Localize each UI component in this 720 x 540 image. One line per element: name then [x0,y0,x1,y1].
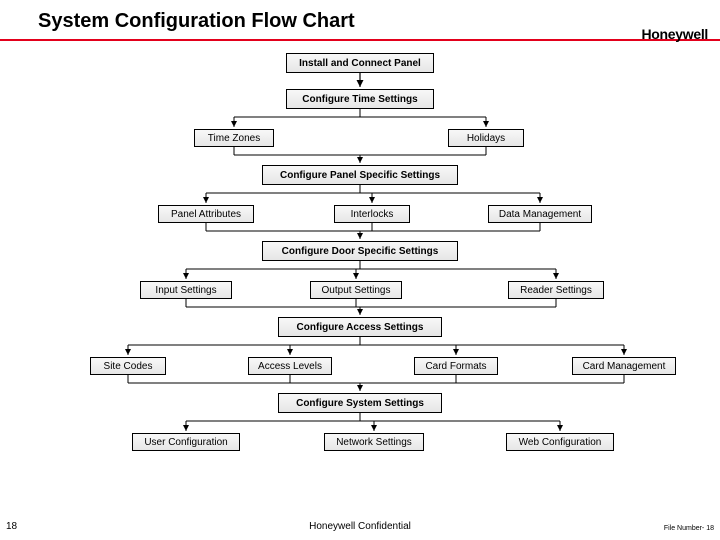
node-network-settings: Network Settings [324,433,424,451]
node-configure-time-settings: Configure Time Settings [286,89,434,109]
node-output-settings: Output Settings [310,281,402,299]
node-holidays: Holidays [448,129,524,147]
node-interlocks: Interlocks [334,205,410,223]
node-configure-door-specific: Configure Door Specific Settings [262,241,458,261]
node-reader-settings: Reader Settings [508,281,604,299]
brand-logo: Honeywell [641,26,708,42]
node-configure-system-settings: Configure System Settings [278,393,442,413]
node-access-levels: Access Levels [248,357,332,375]
node-web-configuration: Web Configuration [506,433,614,451]
node-card-management: Card Management [572,357,676,375]
node-data-management: Data Management [488,205,592,223]
node-user-configuration: User Configuration [132,433,240,451]
node-card-formats: Card Formats [414,357,498,375]
node-configure-panel-specific: Configure Panel Specific Settings [262,165,458,185]
node-time-zones: Time Zones [194,129,274,147]
node-configure-access-settings: Configure Access Settings [278,317,442,337]
node-install-connect-panel: Install and Connect Panel [286,53,434,73]
node-site-codes: Site Codes [90,357,166,375]
node-input-settings: Input Settings [140,281,232,299]
page-title: System Configuration Flow Chart [38,10,720,33]
footer-file-number: File Number- 18 [664,525,714,532]
footer-confidential: Honeywell Confidential [0,521,720,532]
slide-header: System Configuration Flow Chart [0,0,720,37]
node-panel-attributes: Panel Attributes [158,205,254,223]
flowchart-canvas: Install and Connect Panel Configure Time… [0,41,720,481]
